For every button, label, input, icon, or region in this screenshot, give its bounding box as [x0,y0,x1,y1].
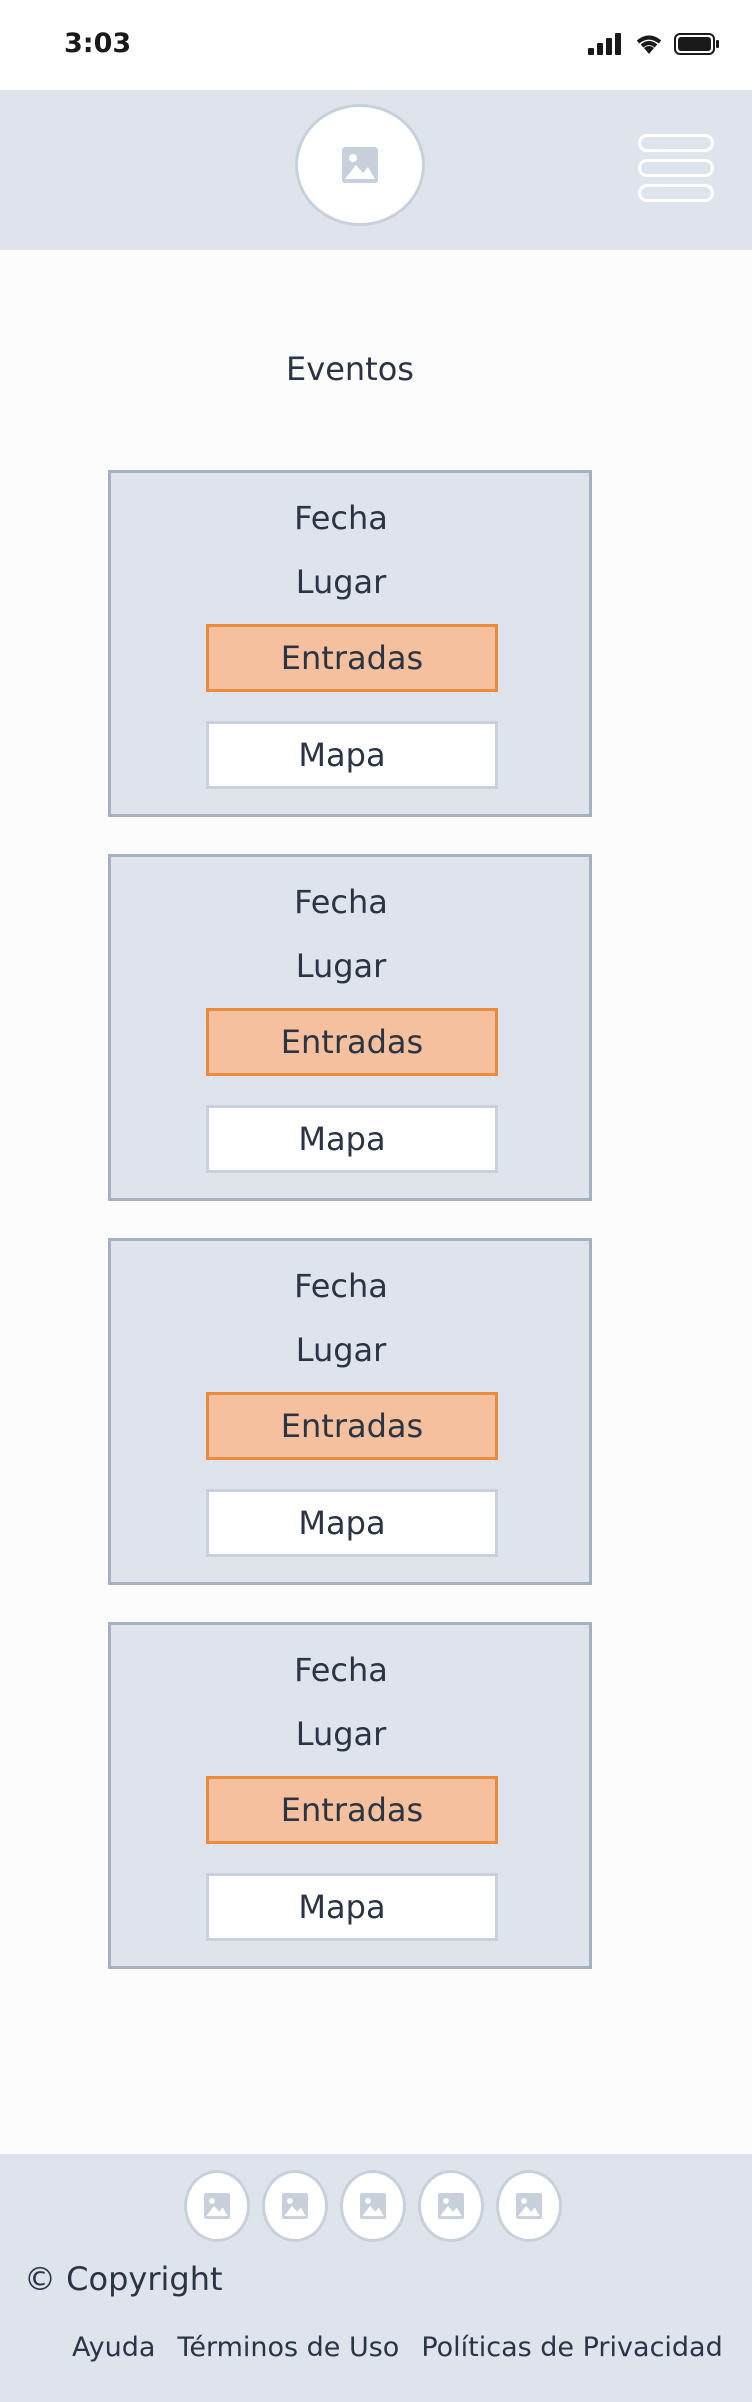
image-placeholder-icon [516,2193,542,2219]
copyright: © Copyright [24,2260,223,2298]
menu-bar [638,159,714,177]
tickets-button[interactable]: Entradas [206,1776,498,1844]
map-button[interactable]: Mapa [206,1489,498,1557]
footer-links: Ayuda Términos de Uso Políticas de Priva… [72,2332,723,2363]
menu-bar [638,184,714,202]
event-card: Fecha Lugar Entradas Mapa [108,470,592,817]
event-date: Fecha [294,1267,388,1305]
tickets-button[interactable]: Entradas [206,1008,498,1076]
map-button[interactable]: Mapa [206,1105,498,1173]
app-header [0,90,752,250]
social-link[interactable] [262,2170,328,2242]
event-date: Fecha [294,1651,388,1689]
event-card: Fecha Lugar Entradas Mapa [108,1622,592,1969]
image-placeholder-icon [360,2193,386,2219]
status-icons [588,32,720,56]
status-time: 3:03 [64,28,132,59]
wifi-icon [636,35,662,54]
menu-bar [638,134,714,152]
social-link[interactable] [418,2170,484,2242]
event-location: Lugar [295,1715,387,1753]
image-placeholder-icon [204,2193,230,2219]
event-card: Fecha Lugar Entradas Mapa [108,1238,592,1585]
social-links [184,2170,562,2242]
hamburger-menu-icon[interactable] [638,134,714,202]
social-link[interactable] [496,2170,562,2242]
status-bar: 3:03 [0,0,752,90]
tickets-button[interactable]: Entradas [206,624,498,692]
social-link[interactable] [184,2170,250,2242]
signal-icon [588,33,621,55]
event-location: Lugar [295,563,387,601]
help-link[interactable]: Ayuda [72,2332,155,2363]
event-card: Fecha Lugar Entradas Mapa [108,854,592,1201]
battery-icon [674,33,719,55]
logo[interactable] [295,104,425,226]
terms-link[interactable]: Términos de Uso [177,2332,399,2363]
event-location: Lugar [295,947,387,985]
privacy-link[interactable]: Políticas de Privacidad [421,2332,722,2363]
event-location: Lugar [295,1331,387,1369]
social-link[interactable] [340,2170,406,2242]
image-placeholder-icon [438,2193,464,2219]
image-placeholder-icon [342,147,378,183]
event-date: Fecha [294,499,388,537]
tickets-button[interactable]: Entradas [206,1392,498,1460]
page-title: Eventos [286,350,414,388]
footer: © Copyright Ayuda Términos de Uso Políti… [0,2154,752,2402]
event-date: Fecha [294,883,388,921]
map-button[interactable]: Mapa [206,721,498,789]
image-placeholder-icon [282,2193,308,2219]
map-button[interactable]: Mapa [206,1873,498,1941]
